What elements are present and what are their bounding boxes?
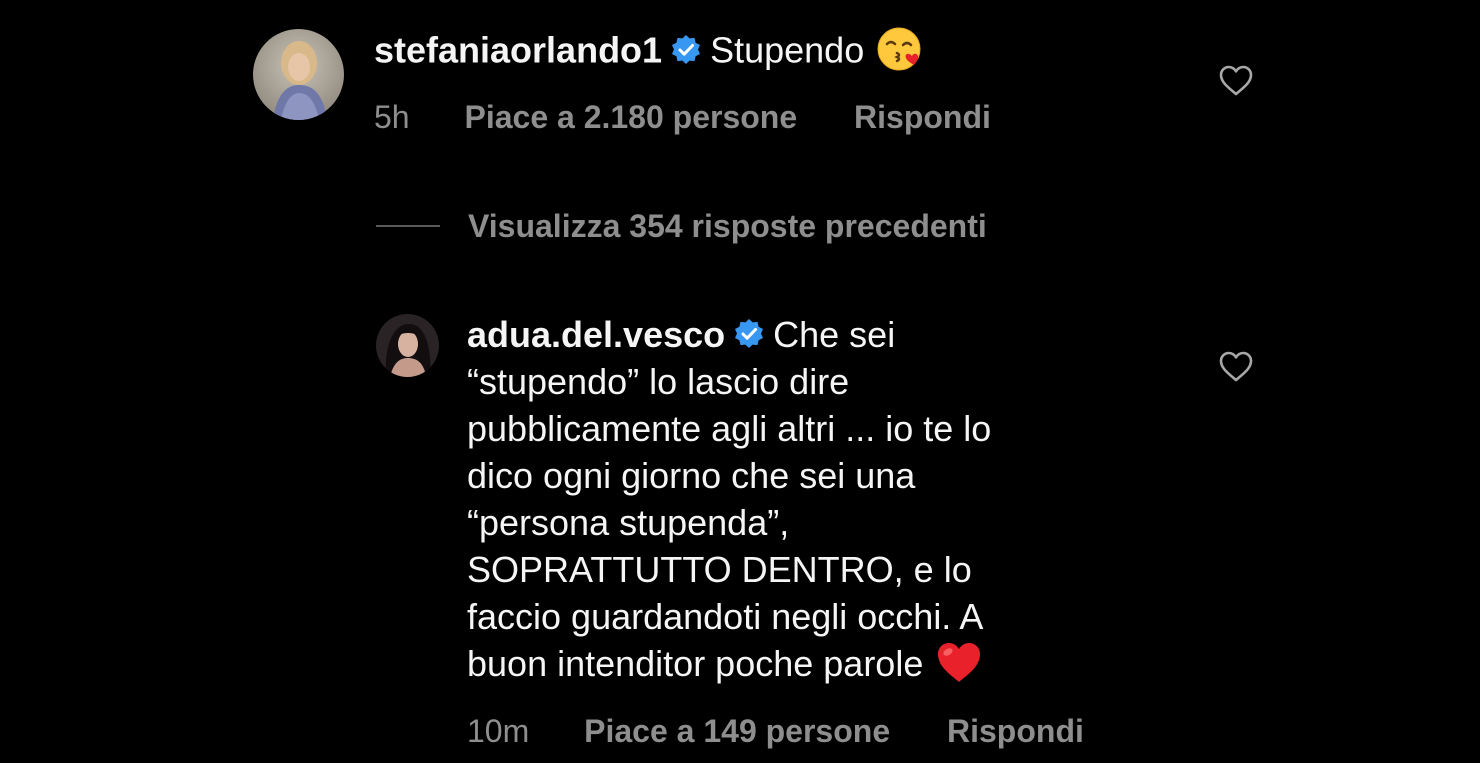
verified-badge-icon bbox=[670, 34, 702, 66]
reply-text-line: buon intenditor poche parole bbox=[467, 643, 924, 684]
verified-badge-icon bbox=[733, 318, 765, 350]
comment-text: Stupendo bbox=[710, 29, 865, 71]
comment-like-heart-icon[interactable] bbox=[1218, 63, 1254, 99]
reply-text-line: pubblicamente agli altri ... io te lo bbox=[467, 408, 992, 449]
reply-text-line: “persona stupenda”, bbox=[467, 502, 790, 543]
comment-body: stefaniaorlando1 Stupendo bbox=[374, 26, 922, 80]
comment-likes-link[interactable]: Piace a 2.180 persone bbox=[464, 99, 797, 136]
reply-text-line: “stupendo” lo lascio dire bbox=[467, 361, 850, 402]
comment-username[interactable]: stefaniaorlando1 bbox=[374, 30, 662, 71]
reply-like-heart-icon[interactable] bbox=[1218, 349, 1254, 385]
reply-username[interactable]: adua.del.vesco bbox=[467, 314, 725, 355]
reply-first-line: adua.del.vesco Che sei bbox=[467, 311, 1147, 358]
red-heart-emoji-icon bbox=[935, 640, 983, 684]
reply-last-line: buon intenditor poche parole bbox=[467, 640, 1147, 692]
avatar-stefaniaorlando1[interactable] bbox=[253, 29, 344, 120]
avatar-image bbox=[376, 314, 439, 377]
avatar-image bbox=[253, 29, 344, 120]
view-previous-replies-label[interactable]: Visualizza 354 risposte precedenti bbox=[468, 208, 987, 245]
reply-text-line: dico ogni giorno che sei una bbox=[467, 455, 916, 496]
reply-reply-button[interactable]: Rispondi bbox=[947, 713, 1084, 750]
comment-reply-button[interactable]: Rispondi bbox=[854, 99, 991, 136]
reply-text-line: Che sei bbox=[773, 314, 896, 355]
view-previous-replies[interactable]: Visualizza 354 risposte precedenti bbox=[376, 205, 987, 247]
comment-timestamp: 5h bbox=[374, 99, 410, 135]
replies-divider bbox=[376, 225, 440, 227]
reply-body: adua.del.vesco Che sei “stupendo” lo lasc… bbox=[467, 311, 1147, 692]
reply-meta: 10m Piace a 149 persone Rispondi bbox=[467, 713, 1084, 750]
comment-meta: 5h Piace a 2.180 persone Rispondi bbox=[374, 99, 991, 136]
avatar-adua-del-vesco[interactable] bbox=[376, 314, 439, 377]
kissing-face-with-heart-emoji-icon bbox=[876, 26, 922, 72]
reply-text-line: SOPRATTUTTO DENTRO, e lo bbox=[467, 549, 972, 590]
reply-timestamp: 10m bbox=[467, 713, 530, 749]
reply-text-line: faccio guardandoti negli occhi. A bbox=[467, 596, 984, 637]
reply-likes-link[interactable]: Piace a 149 persone bbox=[584, 713, 890, 750]
